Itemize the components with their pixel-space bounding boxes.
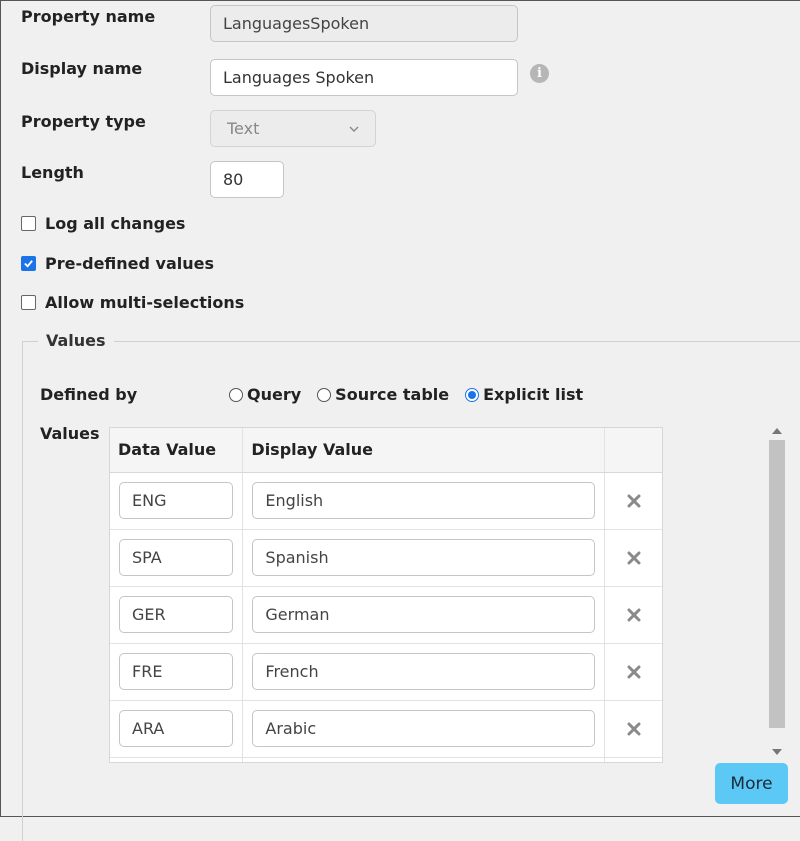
display-value-input[interactable]: German bbox=[252, 596, 596, 633]
table-header-row: Data Value Display Value bbox=[110, 428, 662, 473]
property-type-label: Property type bbox=[21, 112, 146, 131]
header-display-value: Display Value bbox=[242, 428, 606, 473]
display-value-input[interactable]: Spanish bbox=[252, 539, 596, 576]
predefined-values-checkbox[interactable] bbox=[21, 256, 36, 271]
data-value-input[interactable]: GER bbox=[119, 596, 234, 633]
multi-selections-option[interactable]: Allow multi-selections bbox=[21, 293, 244, 312]
table-row: GER German bbox=[110, 586, 662, 644]
predefined-values-label: Pre-defined values bbox=[45, 254, 215, 273]
scroll-down-arrow-icon[interactable] bbox=[772, 749, 782, 755]
table-row: SPA Spanish bbox=[110, 529, 662, 587]
table-row: ARA Arabic bbox=[110, 700, 662, 758]
property-name-input[interactable] bbox=[210, 5, 518, 42]
radio-query-button[interactable] bbox=[229, 387, 243, 402]
checkmark-icon bbox=[24, 260, 33, 268]
values-label: Values bbox=[40, 424, 100, 443]
data-value-input[interactable]: FRE bbox=[119, 653, 234, 690]
log-changes-checkbox[interactable] bbox=[21, 216, 36, 231]
header-actions bbox=[604, 428, 662, 473]
display-name-label: Display name bbox=[21, 59, 143, 78]
property-type-value: Text bbox=[227, 119, 260, 138]
display-value-input[interactable]: French bbox=[252, 653, 596, 690]
scroll-thumb[interactable] bbox=[769, 440, 785, 728]
close-icon[interactable] bbox=[614, 494, 654, 508]
close-icon[interactable] bbox=[614, 722, 654, 736]
radio-query[interactable]: Query bbox=[229, 385, 301, 404]
predefined-values-option[interactable]: Pre-defined values bbox=[21, 254, 214, 273]
length-label: Length bbox=[21, 163, 84, 182]
radio-query-label: Query bbox=[247, 385, 302, 404]
close-icon[interactable] bbox=[614, 551, 654, 565]
close-icon[interactable] bbox=[614, 665, 654, 679]
table-row bbox=[110, 757, 662, 762]
length-input[interactable] bbox=[210, 161, 284, 198]
data-value-input[interactable]: ENG bbox=[119, 482, 234, 519]
values-scrollbar[interactable] bbox=[768, 424, 786, 759]
data-value-input[interactable]: ARA bbox=[119, 710, 234, 747]
display-name-input[interactable] bbox=[210, 59, 518, 96]
display-value-input[interactable]: English bbox=[252, 482, 596, 519]
multi-selections-checkbox[interactable] bbox=[21, 295, 36, 310]
chevron-down-icon bbox=[349, 126, 359, 132]
defined-by-radio-group: Query Source table Explicit list bbox=[229, 385, 583, 404]
table-row: ENG English bbox=[110, 472, 662, 530]
display-value-input[interactable]: Arabic bbox=[252, 710, 596, 747]
values-legend: Values bbox=[38, 331, 114, 350]
log-changes-label: Log all changes bbox=[45, 214, 186, 233]
radio-explicit-list[interactable]: Explicit list bbox=[465, 385, 583, 404]
property-name-label: Property name bbox=[21, 7, 156, 26]
header-data-value: Data Value bbox=[110, 428, 244, 473]
multi-selections-label: Allow multi-selections bbox=[45, 293, 245, 312]
radio-explicit-list-label: Explicit list bbox=[483, 385, 584, 404]
scroll-up-arrow-icon[interactable] bbox=[772, 428, 782, 434]
radio-source-table-button[interactable] bbox=[317, 387, 332, 402]
values-table: Data Value Display Value ENG English SPA… bbox=[109, 427, 663, 763]
log-changes-option[interactable]: Log all changes bbox=[21, 214, 185, 233]
info-icon[interactable]: i bbox=[530, 64, 549, 83]
defined-by-label: Defined by bbox=[40, 385, 138, 404]
radio-source-table-label: Source table bbox=[335, 385, 450, 404]
radio-source-table[interactable]: Source table bbox=[317, 385, 449, 404]
table-row: FRE French bbox=[110, 643, 662, 701]
more-button[interactable]: More bbox=[715, 763, 788, 804]
close-icon[interactable] bbox=[614, 608, 654, 622]
radio-explicit-list-button[interactable] bbox=[465, 387, 480, 402]
data-value-input[interactable]: SPA bbox=[119, 539, 234, 576]
property-type-select[interactable]: Text bbox=[210, 110, 376, 147]
